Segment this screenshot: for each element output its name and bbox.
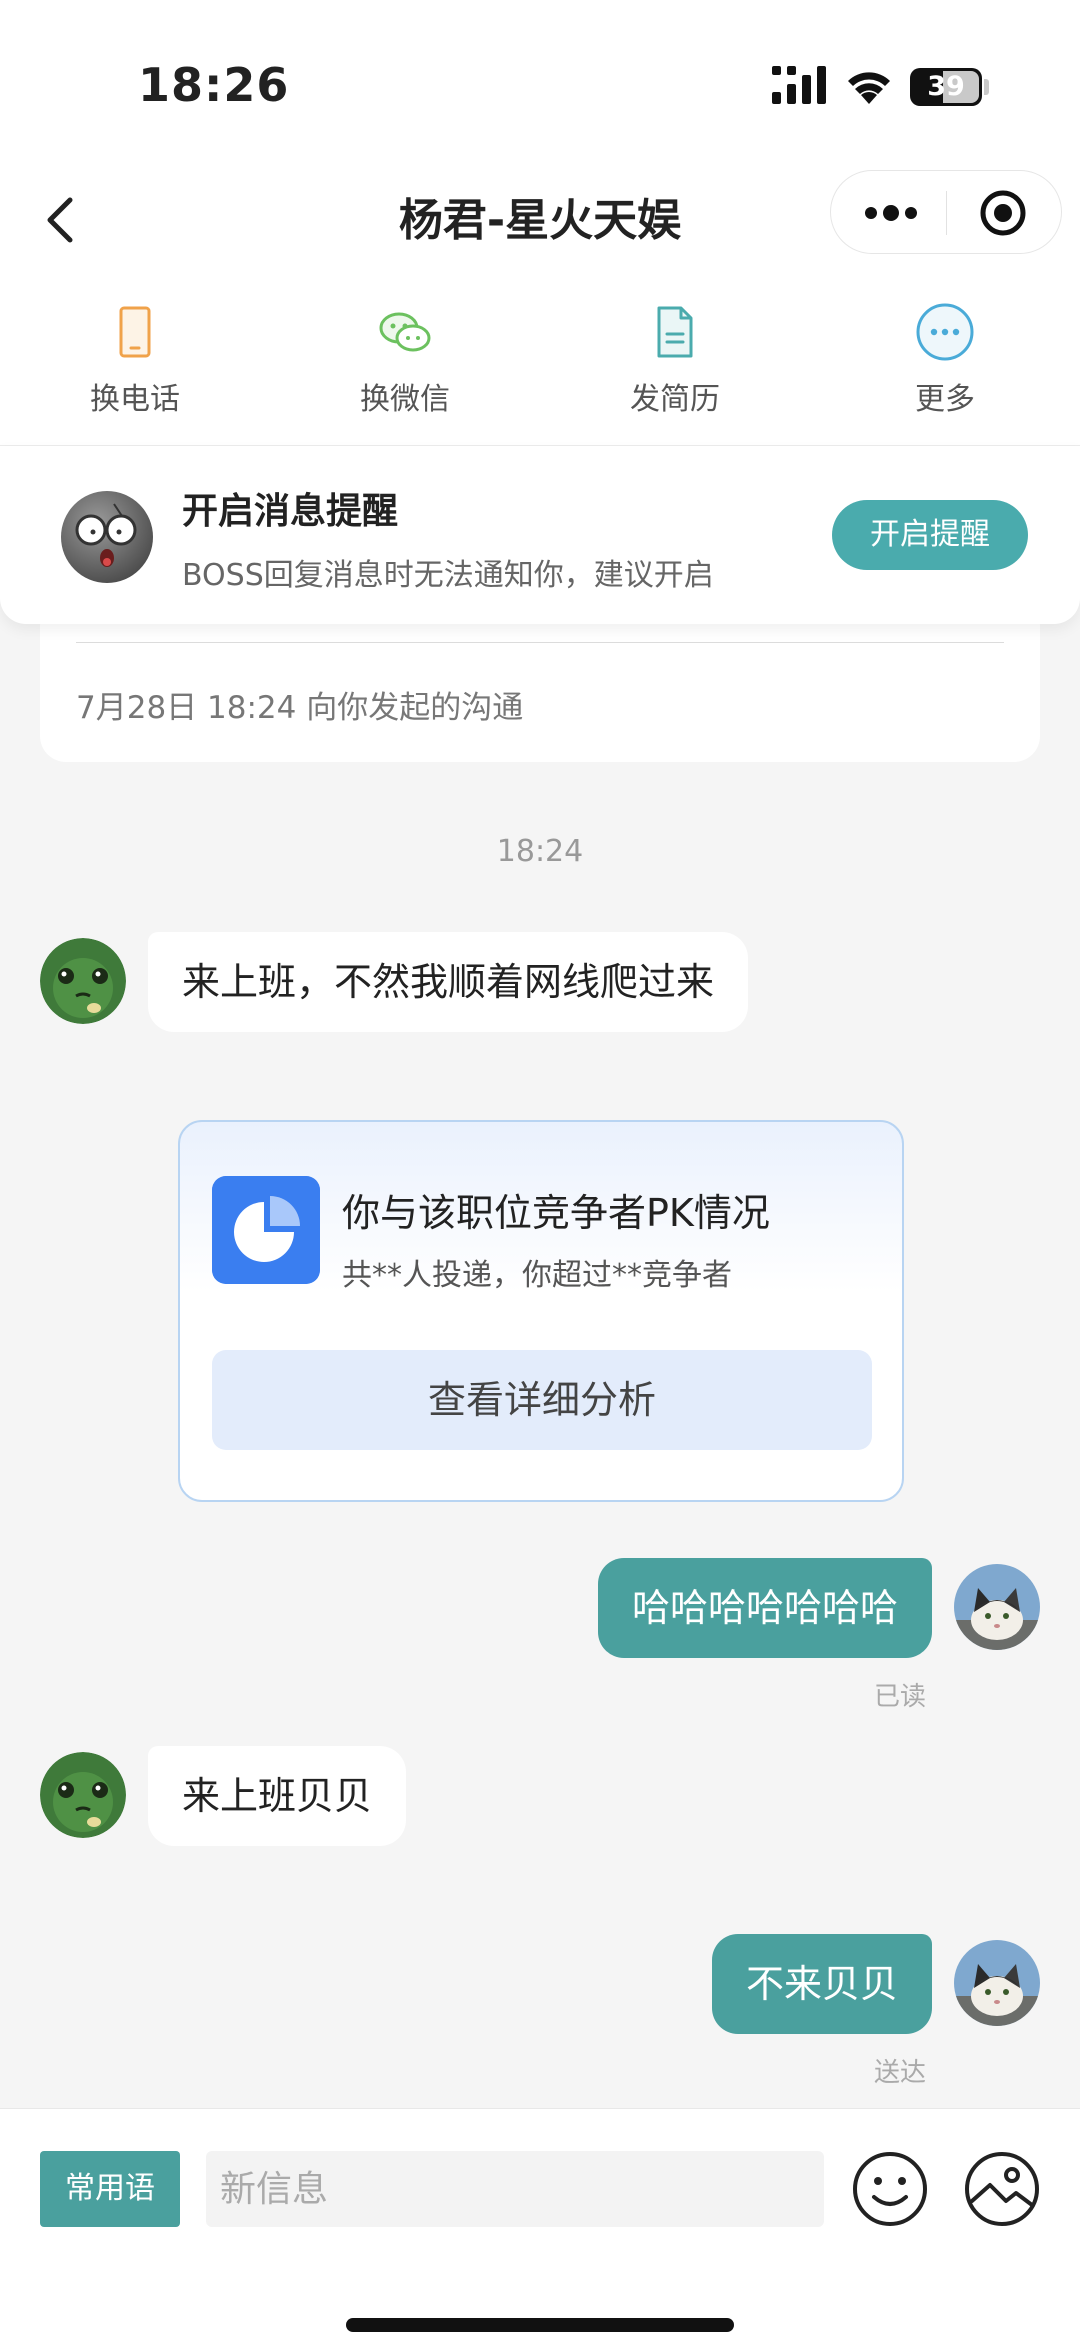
- status-bar: 18:26 39: [0, 0, 1080, 170]
- action-swap-wechat[interactable]: 换微信: [305, 302, 505, 418]
- nav-bar: 杨君-星火天娱: [0, 170, 1080, 284]
- chat-start-text: 7月28日 18:24 向你发起的沟通: [76, 690, 524, 726]
- action-label: 发简历: [630, 382, 720, 417]
- back-arrow-icon[interactable]: [38, 190, 82, 250]
- action-more[interactable]: 更多: [845, 302, 1045, 418]
- action-row: 换电话 换微信 发简历 更多: [0, 284, 1080, 446]
- message-bubble-incoming: 来上班，不然我顺着网线爬过来: [148, 932, 749, 1032]
- mini-program-capsule: [830, 170, 1062, 254]
- message-read-status: 已读: [874, 1682, 927, 1712]
- battery-level: 39: [927, 71, 965, 102]
- more-dots-icon[interactable]: [861, 193, 921, 233]
- action-label: 换微信: [360, 382, 450, 417]
- emoji-icon[interactable]: [850, 2149, 930, 2229]
- home-indicator[interactable]: [346, 2318, 734, 2332]
- message-bubble-outgoing: 不来贝贝: [711, 1934, 932, 2034]
- my-avatar[interactable]: [954, 1564, 1040, 1650]
- resume-icon: [657, 306, 693, 358]
- phone-icon: [119, 306, 151, 358]
- notification-banner: 开启消息提醒 BOSS回复消息时无法通知你，建议开启 开启提醒: [0, 446, 1080, 624]
- chat-timestamp: 18:24: [496, 834, 584, 869]
- my-avatar[interactable]: [954, 1940, 1040, 2026]
- notify-title: 开启消息提醒: [182, 491, 399, 532]
- message-bubble-incoming: 来上班贝贝: [148, 1746, 407, 1846]
- card-divider: [76, 642, 1004, 643]
- shocked-face-icon: [61, 491, 153, 583]
- battery-cap: [984, 79, 989, 95]
- close-target-icon[interactable]: [979, 189, 1027, 237]
- chat-start-card: 7月28日 18:24 向你发起的沟通: [40, 600, 1040, 762]
- quick-phrases-button[interactable]: 常用语: [40, 2151, 180, 2227]
- page-title: 杨君-星火天娱: [398, 195, 682, 246]
- battery-icon: 39: [910, 68, 982, 106]
- enable-notification-button[interactable]: 开启提醒: [832, 500, 1028, 570]
- action-send-resume[interactable]: 发简历: [575, 302, 775, 418]
- action-label: 更多: [915, 382, 975, 417]
- boss-avatar[interactable]: [40, 1752, 126, 1838]
- action-label: 换电话: [90, 382, 180, 417]
- capsule-divider: [946, 191, 947, 235]
- notify-subtitle: BOSS回复消息时无法通知你，建议开启: [182, 558, 714, 593]
- more-icon: [916, 303, 974, 361]
- pk-title: 你与该职位竞争者PK情况: [342, 1191, 770, 1235]
- image-icon[interactable]: [962, 2149, 1042, 2229]
- wifi-icon: [848, 72, 890, 104]
- pk-analysis-card[interactable]: 你与该职位竞争者PK情况 共**人投递，你超过**竞争者 查看详细分析: [178, 1120, 904, 1502]
- view-analysis-button[interactable]: 查看详细分析: [212, 1350, 872, 1450]
- pie-chart-icon: [212, 1176, 320, 1284]
- boss-avatar[interactable]: [40, 938, 126, 1024]
- wechat-icon: [379, 312, 431, 352]
- home-indicator-area: [0, 2258, 1080, 2348]
- cellular-signal-icon: [772, 66, 826, 104]
- action-swap-phone[interactable]: 换电话: [35, 302, 235, 418]
- message-read-status: 送达: [874, 2058, 927, 2088]
- message-bubble-outgoing: 哈哈哈哈哈哈哈: [597, 1558, 932, 1658]
- message-input[interactable]: [206, 2151, 824, 2227]
- status-time: 18:26: [138, 58, 290, 112]
- pk-subtitle: 共**人投递，你超过**竞争者: [342, 1258, 732, 1293]
- input-bar: 常用语: [0, 2108, 1080, 2258]
